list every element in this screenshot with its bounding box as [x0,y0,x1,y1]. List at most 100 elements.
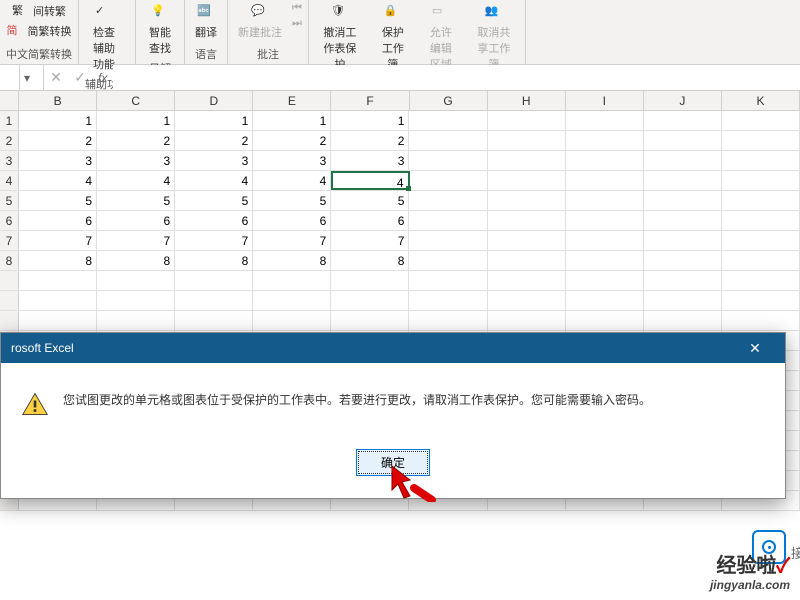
cell[interactable] [722,171,800,190]
cell[interactable] [566,191,644,210]
cell[interactable]: 3 [97,151,175,170]
cell[interactable] [644,291,722,310]
row-header[interactable]: 7 [0,231,19,250]
cell[interactable] [644,111,722,130]
row-header[interactable] [0,311,19,330]
cell[interactable] [253,291,331,310]
cell[interactable]: 6 [19,211,97,230]
cell[interactable] [644,251,722,270]
cell[interactable]: 3 [19,151,97,170]
cell[interactable] [97,271,175,290]
cell[interactable]: 2 [19,131,97,150]
row-header[interactable]: 3 [0,151,19,170]
column-header[interactable]: H [488,91,566,110]
cell[interactable] [175,271,253,290]
cell[interactable] [644,311,722,330]
cell[interactable]: 2 [175,131,253,150]
row-header[interactable] [0,291,19,310]
cell[interactable]: 2 [97,131,175,150]
cell[interactable] [722,111,800,130]
cell[interactable] [566,291,644,310]
cell[interactable] [644,171,722,190]
row-header[interactable]: 8 [0,251,19,270]
cell[interactable]: 7 [97,231,175,250]
formula-input[interactable] [113,65,800,90]
name-box-dropdown-icon[interactable]: ▾ [20,71,34,85]
chinese-convert-btn[interactable]: 简简繁转换 [7,22,72,40]
cell[interactable] [175,291,253,310]
cell[interactable]: 4 [19,171,97,190]
cell[interactable]: 8 [253,251,331,270]
cell[interactable]: 1 [97,111,175,130]
cell[interactable] [409,111,487,130]
cell[interactable]: 7 [19,231,97,250]
cell[interactable] [253,311,331,330]
cell[interactable] [97,311,175,330]
cell[interactable] [488,291,566,310]
cell[interactable] [566,131,644,150]
row-header[interactable]: 5 [0,191,19,210]
cell[interactable] [488,211,566,230]
cell[interactable] [19,311,97,330]
cell[interactable] [644,151,722,170]
cell[interactable] [566,271,644,290]
cell[interactable] [488,171,566,190]
cell[interactable] [644,271,722,290]
cell[interactable]: 3 [175,151,253,170]
cell[interactable]: 3 [331,151,409,170]
cell[interactable] [722,311,800,330]
unprotect-sheet-btn[interactable]: 🛡撤消工作表保护 [315,2,365,74]
cell[interactable]: 7 [331,231,409,250]
cell[interactable] [409,311,487,330]
cell[interactable] [409,251,487,270]
cell[interactable] [253,271,331,290]
cell[interactable]: 7 [175,231,253,250]
column-header[interactable]: B [19,91,97,110]
column-header[interactable]: J [644,91,722,110]
cell[interactable]: 5 [253,191,331,210]
cell[interactable]: 6 [97,211,175,230]
cell[interactable] [722,291,800,310]
cell[interactable]: 8 [19,251,97,270]
cell[interactable]: 4 [97,171,175,190]
cell[interactable] [331,271,409,290]
cell[interactable] [722,251,800,270]
smart-lookup-btn[interactable]: 💡智能查找 [142,2,178,58]
column-header[interactable]: C [97,91,175,110]
cell[interactable] [488,271,566,290]
cell[interactable]: 2 [331,131,409,150]
cell[interactable] [97,291,175,310]
cell[interactable] [722,191,800,210]
row-header[interactable]: 6 [0,211,19,230]
cell[interactable] [722,231,800,250]
cell[interactable]: 8 [175,251,253,270]
cell[interactable] [19,271,97,290]
cell[interactable] [644,231,722,250]
cell[interactable]: 1 [19,111,97,130]
cell[interactable] [409,291,487,310]
cell[interactable] [409,271,487,290]
cell[interactable]: 6 [331,211,409,230]
cell[interactable] [331,311,409,330]
cell[interactable] [488,131,566,150]
cell[interactable]: 7 [253,231,331,250]
protect-workbook-btn[interactable]: 🔒保护工作簿 [373,2,413,74]
select-all-corner[interactable] [0,91,19,110]
cell[interactable] [722,271,800,290]
row-header[interactable] [0,271,19,290]
cell[interactable] [566,211,644,230]
cell[interactable]: 6 [253,211,331,230]
cell[interactable] [566,311,644,330]
cell[interactable]: 1 [331,111,409,130]
cell[interactable] [488,311,566,330]
translate-btn[interactable]: 🔤翻译 [191,2,221,42]
cell[interactable]: 5 [175,191,253,210]
dialog-close-button[interactable]: ✕ [735,340,775,357]
column-header[interactable]: K [722,91,800,110]
cell[interactable] [409,151,487,170]
cell[interactable] [566,251,644,270]
cell[interactable]: 4 [253,171,331,190]
column-header[interactable]: G [410,91,488,110]
ok-button[interactable]: 确定 [356,449,430,476]
simplified-to-traditional-btn[interactable]: 繁间转繁 [12,2,66,20]
